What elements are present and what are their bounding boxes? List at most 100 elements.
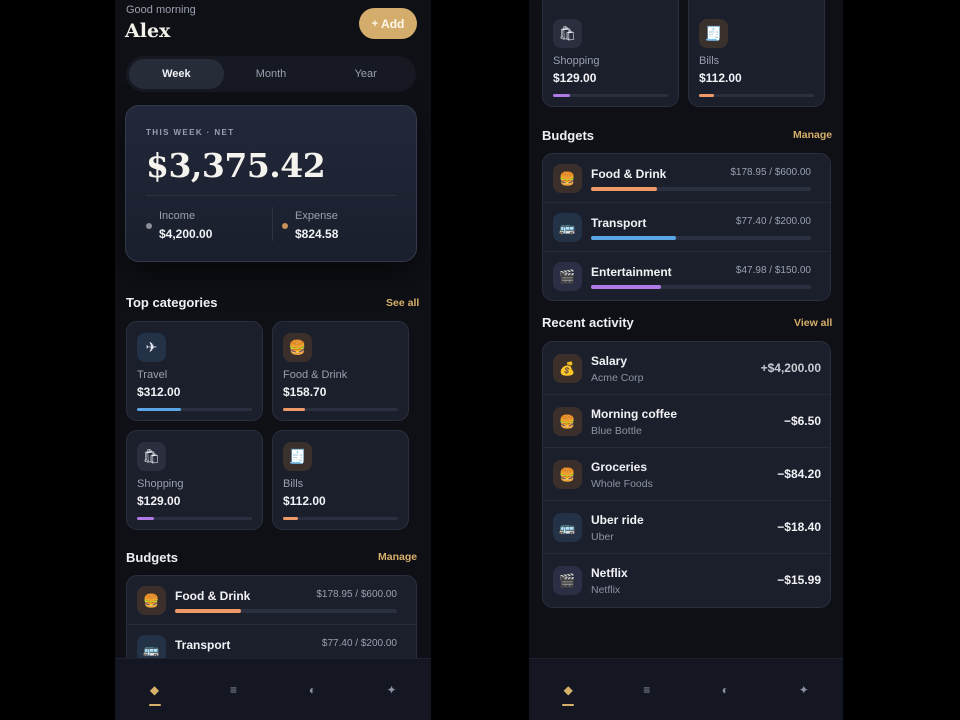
sparkle-icon[interactable]: ✦ <box>372 670 412 710</box>
activity-title: Netflix <box>591 566 628 580</box>
category-progress-track <box>283 517 398 520</box>
net-divider <box>146 195 396 196</box>
home-diamond-icon[interactable]: ◆ <box>548 670 588 710</box>
category-progress-track <box>553 94 668 97</box>
receipt-icon: 🧾 <box>283 442 312 471</box>
user-name: Alex <box>125 20 171 42</box>
sparkle-icon[interactable]: ✦ <box>784 670 824 710</box>
period-segmented-control: Week Month Year <box>126 56 416 92</box>
tab-year[interactable]: Year <box>318 59 413 89</box>
tab-month[interactable]: Month <box>224 59 319 89</box>
manage-link[interactable]: Manage <box>378 551 417 563</box>
category-progress-fill <box>699 94 714 97</box>
budget-row-food[interactable]: 🍔 Food & Drink $178.95 / $600.00 <box>127 576 416 625</box>
home-diamond-icon[interactable]: ◆ <box>135 670 175 710</box>
activity-subtitle: Whole Foods <box>591 478 653 490</box>
money-bag-icon: 💰 <box>553 354 582 383</box>
category-value: $129.00 <box>553 71 597 85</box>
category-tile-shopping[interactable]: 🛍 Shopping $129.00 <box>542 0 679 107</box>
film-icon: 🎬 <box>553 262 582 291</box>
budget-progress-track <box>175 609 397 613</box>
activity-title: Groceries <box>591 460 648 474</box>
activity-row-netflix[interactable]: 🎬 Netflix Netflix −$15.99 <box>543 554 830 607</box>
contrast-icon[interactable]: ◐ <box>293 670 333 710</box>
net-column-divider <box>272 207 273 241</box>
list-icon[interactable]: ≡ <box>627 670 667 710</box>
category-label: Bills <box>699 55 720 67</box>
home-screen-scrolled: 🛍 Shopping $129.00 🧾 Bills $112.00 Budge… <box>529 0 843 720</box>
bottom-nav: ◆ ≡ ◐ ✦ <box>115 658 431 720</box>
income-dot-icon <box>146 223 152 229</box>
budget-progress-track <box>591 285 811 289</box>
add-button[interactable]: + Add <box>359 8 417 39</box>
bus-icon: 🚌 <box>553 213 582 242</box>
home-scroll-area[interactable]: Good morning Alex + Add Week Month Year … <box>115 0 431 658</box>
category-tile-bills[interactable]: 🧾 Bills $112.00 <box>272 430 409 530</box>
category-progress-fill <box>283 408 305 411</box>
burger-icon: 🍔 <box>553 164 582 193</box>
expense-value: $824.58 <box>295 227 339 241</box>
category-value: $129.00 <box>137 494 181 508</box>
activity-title: Morning coffee <box>591 407 677 421</box>
category-label: Shopping <box>553 55 600 67</box>
film-icon: 🎬 <box>553 566 582 595</box>
budget-progress-fill <box>591 285 662 289</box>
budget-progress-fill <box>175 609 242 613</box>
budget-progress-track <box>591 187 811 191</box>
expense-label: Expense <box>295 210 338 222</box>
expense-dot-icon <box>282 223 288 229</box>
budget-amount: $178.95 / $600.00 <box>316 589 397 600</box>
budget-row-transport[interactable]: 🚌 Transport $77.40 / $200.00 <box>127 625 416 658</box>
activity-row-salary[interactable]: 💰 Salary Acme Corp +$4,200.00 <box>543 342 830 395</box>
airplane-icon: ✈ <box>137 333 166 362</box>
budget-name: Food & Drink <box>591 167 667 181</box>
category-tile-shopping[interactable]: 🛍 Shopping $129.00 <box>126 430 263 530</box>
activity-panel: 💰 Salary Acme Corp +$4,200.00 🍔 Morning … <box>542 341 831 608</box>
category-tile-bills[interactable]: 🧾 Bills $112.00 <box>688 0 825 107</box>
home-scroll-area[interactable]: 🛍 Shopping $129.00 🧾 Bills $112.00 Budge… <box>529 0 843 658</box>
activity-row-coffee[interactable]: 🍔 Morning coffee Blue Bottle −$6.50 <box>543 395 830 448</box>
budget-row-transport[interactable]: 🚌 Transport $77.40 / $200.00 <box>543 203 830 252</box>
activity-row-uber[interactable]: 🚌 Uber ride Uber −$18.40 <box>543 501 830 554</box>
net-eyebrow: THIS WEEK · NET <box>146 128 235 137</box>
add-button-label: Add <box>381 16 405 31</box>
burger-icon: 🍔 <box>137 586 166 615</box>
category-value: $158.70 <box>283 385 327 399</box>
budget-progress-fill <box>591 187 657 191</box>
activity-row-groceries[interactable]: 🍔 Groceries Whole Foods −$84.20 <box>543 448 830 501</box>
budget-name: Entertainment <box>591 265 672 279</box>
category-progress-track <box>137 408 252 411</box>
category-tile-food[interactable]: 🍔 Food & Drink $158.70 <box>272 321 409 421</box>
income-value: $4,200.00 <box>159 227 213 241</box>
recent-activity-title: Recent activity <box>542 315 634 330</box>
budget-row-entertainment[interactable]: 🎬 Entertainment $47.98 / $150.00 <box>543 252 830 300</box>
income-label: Income <box>159 210 196 222</box>
budget-amount: $47.98 / $150.00 <box>735 265 811 276</box>
bus-icon: 🚌 <box>553 513 582 542</box>
manage-link[interactable]: Manage <box>793 129 832 141</box>
bottom-nav: ◆ ≡ ◐ ✦ <box>529 658 843 720</box>
view-all-link[interactable]: View all <box>794 317 832 329</box>
category-progress-fill <box>553 94 571 97</box>
budgets-title: Budgets <box>126 550 178 565</box>
see-all-link[interactable]: See all <box>386 297 419 309</box>
budget-amount: $77.40 / $200.00 <box>735 216 811 227</box>
category-tile-travel[interactable]: ✈ Travel $312.00 <box>126 321 263 421</box>
burger-icon: 🍔 <box>283 333 312 362</box>
category-progress-fill <box>137 408 181 411</box>
category-label: Food & Drink <box>283 369 348 381</box>
activity-amount: −$84.20 <box>777 467 821 481</box>
budget-amount: $178.95 / $600.00 <box>730 167 811 178</box>
activity-title: Salary <box>591 354 628 368</box>
tab-week[interactable]: Week <box>129 59 224 89</box>
contrast-icon[interactable]: ◐ <box>705 670 745 710</box>
home-screen-top: Good morning Alex + Add Week Month Year … <box>115 0 431 720</box>
burger-icon: 🍔 <box>553 460 582 489</box>
receipt-icon: 🧾 <box>699 19 728 48</box>
activity-subtitle: Netflix <box>591 584 621 596</box>
activity-amount: −$15.99 <box>777 573 821 587</box>
budget-row-food[interactable]: 🍔 Food & Drink $178.95 / $600.00 <box>543 154 830 203</box>
list-icon[interactable]: ≡ <box>214 670 254 710</box>
activity-subtitle: Blue Bottle <box>591 425 642 437</box>
greeting-text: Good morning <box>126 4 196 16</box>
